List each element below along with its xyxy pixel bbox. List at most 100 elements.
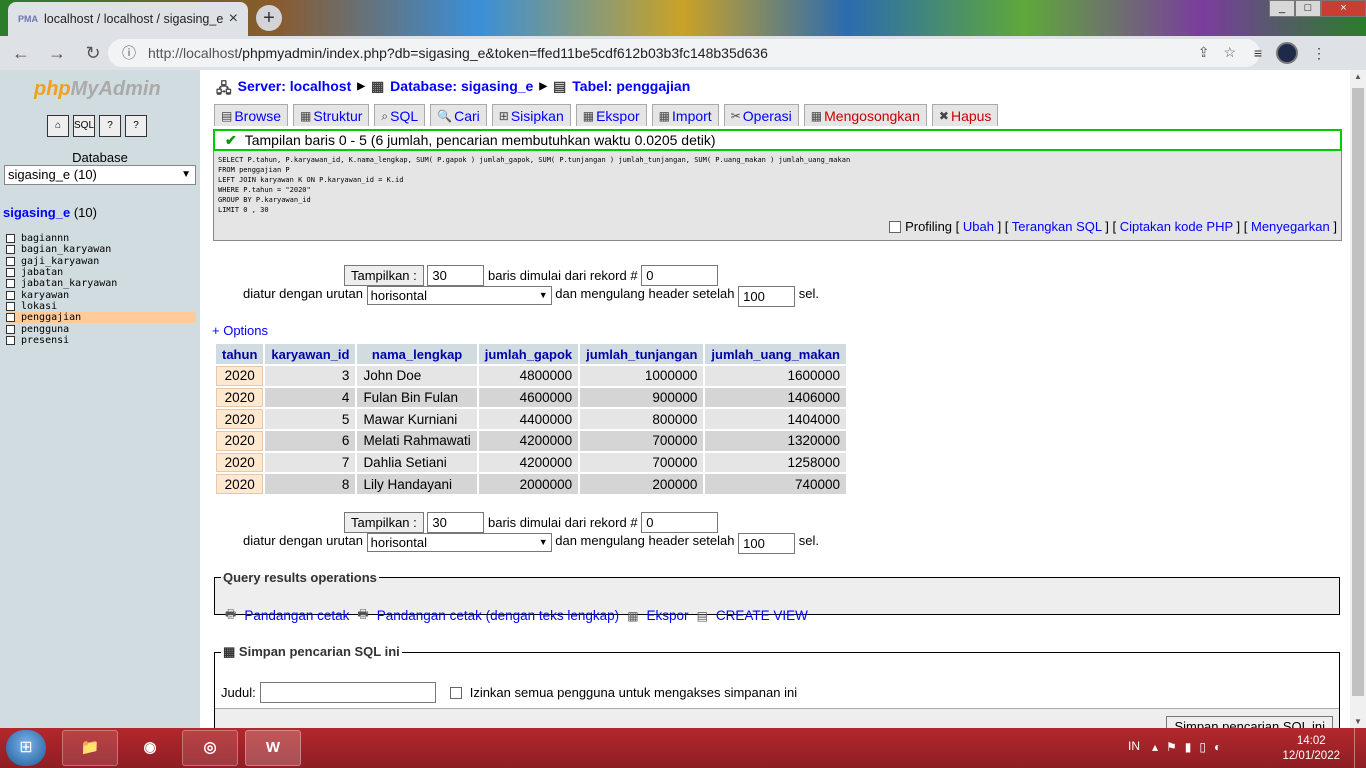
docs-icon[interactable]: ? (99, 115, 121, 137)
cell-tahun[interactable]: 2020 (216, 474, 264, 495)
tampilkan-button[interactable]: Tampilkan : (344, 265, 424, 286)
main-scrollbar[interactable]: ▲ ▼ (1350, 70, 1366, 728)
repeat-input[interactable]: 100 (738, 286, 796, 307)
show-desktop-button[interactable] (1354, 728, 1366, 768)
maximize-button[interactable]: □ (1295, 0, 1321, 17)
column-header-jumlah_gapok[interactable]: jumlah_gapok (478, 344, 579, 364)
sidebar-table-presensi[interactable]: presensi (6, 335, 196, 346)
sidebar-table-label[interactable]: presensi (21, 335, 69, 346)
cell-tahun[interactable]: 2020 (216, 409, 264, 430)
table-icon[interactable] (6, 335, 15, 345)
sidebar-table-label[interactable]: karyawan (21, 290, 69, 301)
tab-mengosongkan[interactable]: ▦ Mengosongkan (803, 104, 927, 126)
table-icon[interactable] (6, 245, 15, 255)
column-header-nama_lengkap[interactable]: nama_lengkap (357, 344, 477, 364)
sidebar-table-label[interactable]: penggajian (21, 312, 81, 323)
rows-input[interactable]: 30 (427, 512, 485, 533)
sidebar-table-label[interactable]: bagiannn (21, 233, 69, 244)
tab-sql[interactable]: ⌕ SQL (374, 104, 426, 126)
sidebar-table-bagiannn[interactable]: bagiannn (6, 233, 196, 244)
menyegarkan-link[interactable]: Menyegarkan (1251, 219, 1330, 234)
cell-tahun[interactable]: 2020 (216, 452, 264, 473)
table-icon[interactable] (6, 279, 15, 289)
cell-tahun[interactable]: 2020 (216, 366, 264, 386)
scroll-down-icon[interactable]: ▼ (1350, 717, 1366, 726)
clock[interactable]: 14:02 12/01/2022 (1282, 734, 1340, 764)
language-indicator[interactable]: IN (1128, 739, 1140, 753)
pandangan-cetak-link[interactable]: Pandangan cetak (244, 608, 349, 623)
back-icon[interactable]: ← (6, 43, 36, 64)
column-header-jumlah_tunjangan[interactable]: jumlah_tunjangan (580, 344, 704, 364)
sidebar-table-jabatan[interactable]: jabatan (6, 267, 196, 278)
ekspor-link[interactable]: Ekspor (647, 608, 689, 623)
share-bookmark-icons[interactable]: ⇪☆ (1198, 44, 1250, 61)
address-bar[interactable]: ⓘ http://localhost/phpmyadmin/index.php?… (108, 39, 1260, 67)
tab-sisipkan[interactable]: ⊞ Sisipkan (491, 104, 571, 126)
sidebar-table-bagian_karyawan[interactable]: bagian_karyawan (6, 244, 196, 255)
tab-import[interactable]: ▦ Import (651, 104, 719, 126)
sidebar-table-label[interactable]: lokasi (21, 301, 57, 312)
chrome-taskbar-button[interactable]: ◎ (182, 730, 238, 766)
minimize-button[interactable]: _ (1269, 0, 1295, 17)
column-header-karyawan_id[interactable]: karyawan_id (265, 344, 356, 364)
table-icon[interactable] (6, 268, 15, 278)
sidebar-table-penggajian[interactable]: penggajian (6, 312, 196, 324)
word-taskbar-button[interactable]: W (245, 730, 301, 766)
create-view-link[interactable]: CREATE VIEW (716, 608, 808, 623)
sidebar-table-pengguna[interactable]: pengguna (6, 323, 196, 335)
tab-operasi[interactable]: ✂ Operasi (723, 104, 799, 126)
sidebar-table-label[interactable]: jabatan (21, 267, 63, 278)
table-icon[interactable] (6, 256, 15, 266)
explorer-taskbar-button[interactable]: 📁 (62, 730, 118, 766)
home-icon[interactable]: ⌂ (47, 115, 69, 137)
rows-input[interactable]: 30 (427, 265, 485, 286)
database-heading[interactable]: sigasing_e (10) (3, 205, 97, 220)
new-tab-button[interactable]: + (256, 5, 282, 31)
firefox-taskbar-button[interactable]: ◉ (122, 730, 178, 766)
tampilkan-button[interactable]: Tampilkan : (344, 512, 424, 533)
profile-avatar[interactable] (1276, 42, 1298, 64)
pandangan-cetak-lengkap-link[interactable]: Pandangan cetak (dengan teks lengkap) (377, 608, 619, 623)
ciptakan-link[interactable]: Ciptakan kode PHP (1120, 219, 1233, 234)
terangkan-link[interactable]: Terangkan SQL (1012, 219, 1102, 234)
browser-tab[interactable]: PMA localhost / localhost / sigasing_e × (8, 2, 248, 36)
breadcrumb-server[interactable]: Server: localhost (238, 78, 352, 102)
table-icon[interactable] (6, 324, 15, 334)
cell-tahun[interactable]: 2020 (216, 431, 264, 451)
options-link[interactable]: + Options (212, 323, 268, 338)
sql-docs-icon[interactable]: ? (125, 115, 147, 137)
close-tab-icon[interactable]: × (229, 10, 238, 28)
tab-struktur[interactable]: ▦ Struktur (293, 104, 370, 126)
judul-input[interactable] (259, 682, 436, 703)
sidebar-table-label[interactable]: pengguna (21, 324, 69, 335)
scroll-up-icon[interactable]: ▲ (1350, 72, 1366, 81)
phpmyadmin-logo[interactable]: phpMyAdmin (34, 78, 161, 101)
tab-cari[interactable]: 🔍 Cari (430, 104, 487, 126)
ubah-link[interactable]: Ubah (963, 219, 994, 234)
mode-select[interactable]: horisontal ▼ (366, 533, 552, 552)
profiling-checkbox[interactable] (889, 221, 902, 233)
start-input[interactable]: 0 (641, 265, 719, 286)
media-icon[interactable]: ≡ (1254, 45, 1262, 61)
sidebar-table-label[interactable]: bagian_karyawan (21, 244, 111, 255)
tab-hapus[interactable]: ✖ Hapus (931, 104, 999, 126)
mode-select[interactable]: horisontal ▼ (366, 286, 552, 305)
tray-icons[interactable]: ▴⚑▮▯◐ (1152, 740, 1229, 754)
close-window-button[interactable]: × (1321, 0, 1366, 17)
table-icon[interactable] (6, 313, 15, 323)
share-checkbox[interactable] (449, 686, 462, 699)
tab-ekspor[interactable]: ▦ Ekspor (575, 104, 647, 126)
sidebar-table-gaji_karyawan[interactable]: gaji_karyawan (6, 256, 196, 267)
reload-icon[interactable]: ↻ (78, 43, 108, 64)
repeat-input[interactable]: 100 (738, 533, 796, 554)
start-input[interactable]: 0 (641, 512, 719, 533)
start-button[interactable]: ⊞ (6, 730, 46, 766)
sidebar-table-jabatan_karyawan[interactable]: jabatan_karyawan (6, 278, 196, 289)
database-select[interactable]: sigasing_e (10) ▼ (4, 165, 196, 185)
table-icon[interactable] (6, 301, 15, 311)
tab-browse[interactable]: ▤ Browse (214, 104, 289, 126)
breadcrumb-database[interactable]: Database: sigasing_e (390, 78, 533, 102)
sql-query-icon[interactable]: SQL (73, 115, 95, 137)
table-icon[interactable] (6, 290, 15, 300)
column-header-tahun[interactable]: tahun (216, 344, 264, 364)
